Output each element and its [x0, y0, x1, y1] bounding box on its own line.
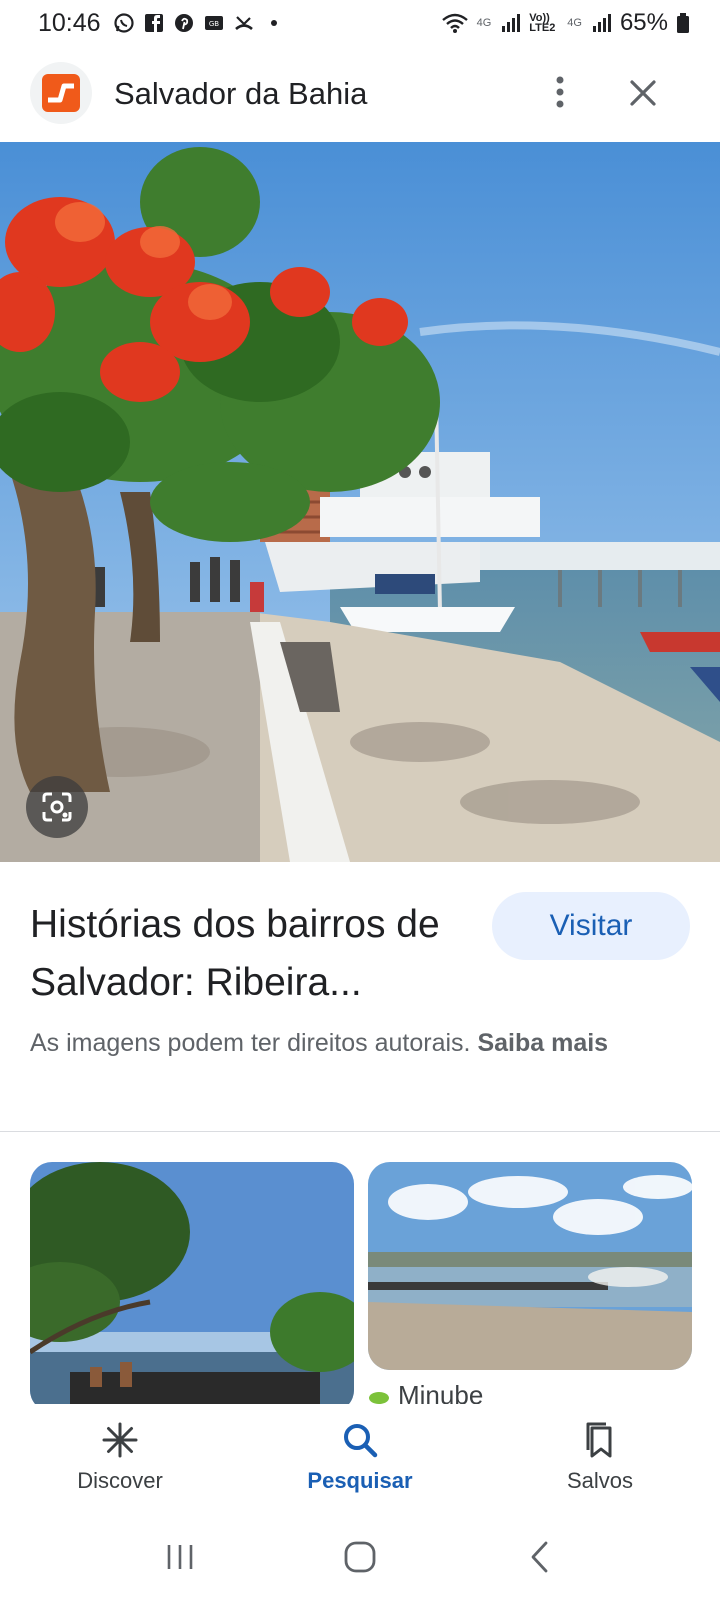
page-title: Salvador da Bahia	[114, 76, 368, 111]
nav-discover-label: Discover	[77, 1468, 163, 1493]
signal-icon-2	[592, 14, 611, 32]
bookmarks-icon	[586, 1422, 612, 1458]
status-left: 10:46 GB	[38, 9, 285, 38]
back-button[interactable]	[510, 1532, 570, 1582]
related-image-2[interactable]	[368, 1162, 692, 1370]
network-label-1: 4G	[476, 17, 492, 29]
battery-percentage: 65%	[619, 9, 668, 36]
battery-icon	[677, 13, 689, 33]
wifi-icon	[441, 13, 468, 33]
visit-button[interactable]: Visitar	[492, 892, 690, 960]
more-vert-icon	[556, 76, 564, 108]
pinterest-icon	[174, 14, 193, 32]
notification-dot-icon	[270, 20, 277, 26]
app-header: Salvador da Bahia	[0, 56, 720, 132]
close-icon	[630, 80, 656, 106]
site-logo-icon	[42, 74, 80, 112]
lens-icon	[42, 792, 72, 822]
nav-search-label: Pesquisar	[307, 1468, 413, 1493]
network-label-2: 4G	[567, 17, 582, 29]
bottom-navigation: Discover Pesquisar Salvos	[0, 1404, 720, 1514]
main-photo[interactable]	[0, 142, 720, 862]
gallery-icon: GB	[204, 16, 223, 30]
waterfront-photo	[0, 142, 720, 862]
home-button[interactable]	[330, 1532, 390, 1582]
recent-apps-icon	[167, 1545, 193, 1569]
more-options-button[interactable]	[540, 70, 580, 114]
site-logo[interactable]	[30, 62, 92, 124]
system-navigation-bar	[0, 1514, 720, 1600]
status-right: 4G Vo)) LTE2 4G 65%	[441, 9, 690, 37]
result-title[interactable]: Histórias dos bairros de Salvador: Ribei…	[30, 896, 470, 1012]
nav-search[interactable]: Pesquisar	[240, 1404, 480, 1514]
missed-call-icon	[234, 16, 253, 31]
google-lens-button[interactable]	[26, 776, 88, 838]
signal-icon	[502, 14, 521, 32]
related-image-1[interactable]	[30, 1162, 354, 1412]
volte-label: Vo)) LTE2	[529, 12, 556, 34]
search-icon	[344, 1424, 378, 1458]
asterisk-icon	[102, 1422, 138, 1458]
source-logo-icon	[369, 1391, 389, 1404]
copyright-notice: As imagens podem ter direitos autorais. …	[30, 1024, 690, 1062]
facebook-icon	[144, 14, 163, 32]
section-divider	[0, 1131, 720, 1132]
status-time: 10:46	[38, 8, 101, 37]
recent-apps-button[interactable]	[150, 1532, 210, 1582]
close-button[interactable]	[620, 70, 666, 116]
status-bar: 10:46 GB 4G Vo)) LTE2 4G 65%	[0, 0, 720, 46]
nav-saved-label: Salvos	[566, 1468, 634, 1493]
nav-saved[interactable]: Salvos	[480, 1404, 720, 1514]
home-icon	[344, 1541, 376, 1573]
whatsapp-icon	[113, 13, 134, 33]
back-icon	[531, 1541, 548, 1573]
learn-more-link[interactable]: Saiba mais	[477, 1029, 608, 1057]
related-photo-2	[368, 1162, 692, 1370]
related-photo-1	[30, 1162, 354, 1412]
svg-text:GB: GB	[208, 20, 218, 28]
nav-discover[interactable]: Discover	[0, 1404, 240, 1514]
copyright-text: As imagens podem ter direitos autorais.	[30, 1029, 471, 1057]
